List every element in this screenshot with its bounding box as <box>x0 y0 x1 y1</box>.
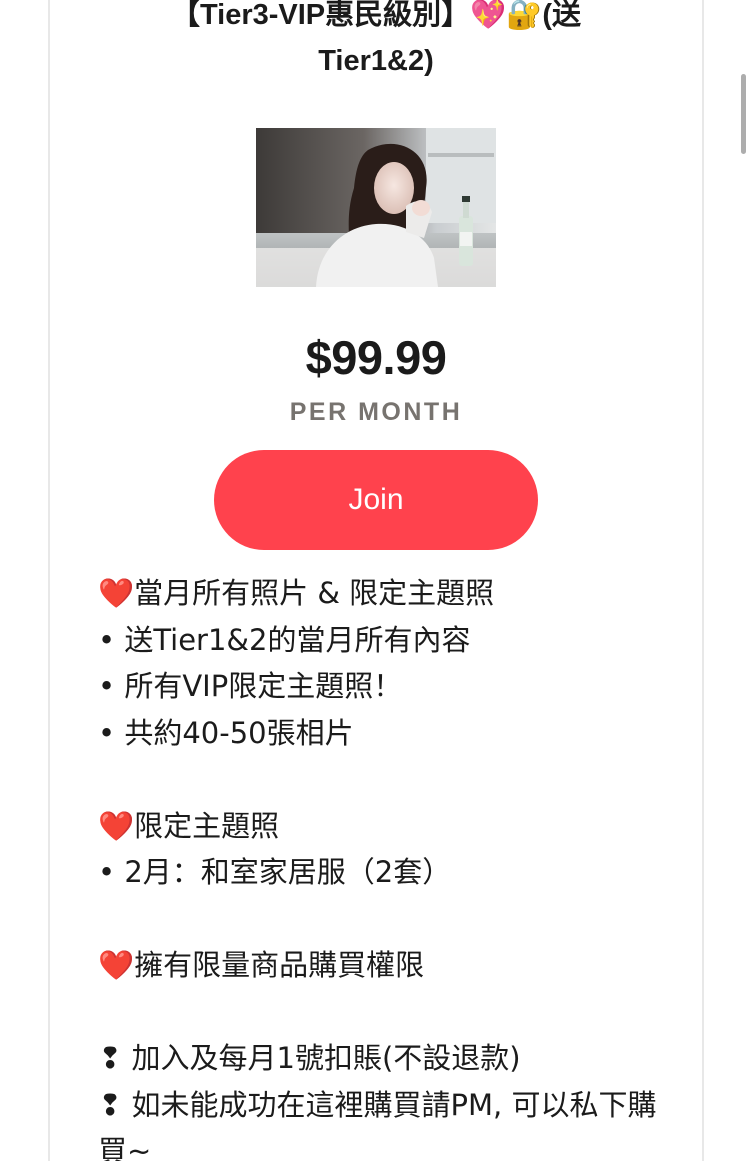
desc-line: ❢ 加入及每月1號扣賬(不設退款) <box>98 1041 521 1075</box>
tier-cover-photo <box>256 128 496 287</box>
vertical-scrollbar[interactable] <box>741 74 746 154</box>
desc-spacer <box>98 756 658 803</box>
page-viewport[interactable]: 【Tier3-VIP惠民級別】💖🔐(送 Tier1&2) $99.99 PER … <box>0 0 750 1161</box>
desc-line: • 2月：和室家居服（2套） <box>98 855 452 889</box>
tier-title: 【Tier3-VIP惠民級別】💖🔐(送 Tier1&2) <box>50 0 702 84</box>
tier-title-line-1: 【Tier3-VIP惠民級別】💖🔐(送 <box>170 0 582 31</box>
desc-line: ❤️限定主題照 <box>98 808 280 843</box>
tier-description: ❤️當月所有照片 & 限定主題照 • 送Tier1&2的當月所有內容 • 所有V… <box>98 570 658 1161</box>
tier-title-line-2: Tier1&2) <box>318 45 434 77</box>
desc-spacer <box>98 989 658 1036</box>
desc-line: • 送Tier1&2的當月所有內容 <box>98 622 471 657</box>
desc-line: • 共約40-50張相片 <box>98 715 354 750</box>
desc-line: • 所有VIP限定主題照！ <box>98 669 403 703</box>
desc-spacer <box>98 896 658 943</box>
desc-line: ❤️擁有限量商品購買權限 <box>98 948 425 982</box>
tier-price: $99.99 <box>305 331 447 384</box>
join-button[interactable]: Join <box>214 450 538 550</box>
billing-period: PER MONTH <box>289 398 463 426</box>
desc-line: ❢ 如未能成功在這裡購買請PM, 可以私下購買~ <box>98 1087 657 1161</box>
tier-card: 【Tier3-VIP惠民級別】💖🔐(送 Tier1&2) $99.99 PER … <box>48 0 704 1161</box>
desc-line: ❤️當月所有照片 & 限定主題照 <box>98 576 495 610</box>
